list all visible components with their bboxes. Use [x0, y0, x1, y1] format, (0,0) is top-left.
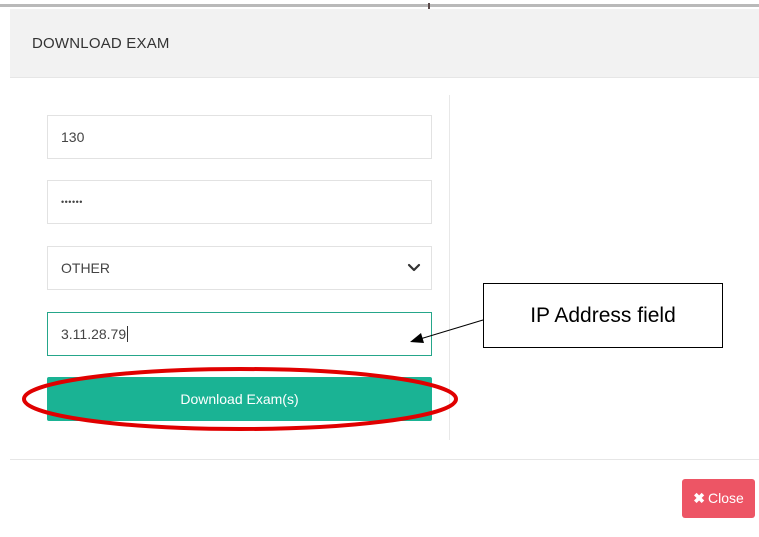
close-icon: ✖ — [693, 490, 705, 506]
chevron-down-icon — [407, 263, 421, 272]
annotation-callout: IP Address field — [483, 283, 723, 348]
password-input[interactable]: •••••• — [47, 180, 432, 224]
modal-header: DOWNLOAD EXAM — [10, 9, 759, 78]
top-border-line — [0, 4, 759, 7]
text-cursor — [127, 326, 129, 342]
ip-address-input[interactable]: 3.11.28.79 — [47, 312, 432, 356]
column-divider — [449, 95, 450, 440]
download-exams-button[interactable]: Download Exam(s) — [47, 377, 432, 421]
password-value: •••••• — [61, 197, 83, 207]
close-button[interactable]: ✖ Close — [682, 479, 755, 518]
download-exam-modal: DOWNLOAD EXAM 130 •••••• OTHER 3.11.28.7… — [0, 0, 759, 537]
close-label: Close — [707, 490, 744, 506]
footer-divider — [10, 459, 759, 460]
ip-address-text: 3.11.28.79 — [61, 326, 127, 342]
ip-address-value: 3.11.28.79 — [61, 326, 129, 342]
exam-type-select[interactable]: OTHER — [47, 246, 432, 290]
user-id-input[interactable]: 130 — [47, 115, 432, 159]
exam-type-selected-value: OTHER — [61, 260, 110, 276]
modal-title: DOWNLOAD EXAM — [32, 35, 170, 52]
user-id-value: 130 — [61, 129, 85, 145]
